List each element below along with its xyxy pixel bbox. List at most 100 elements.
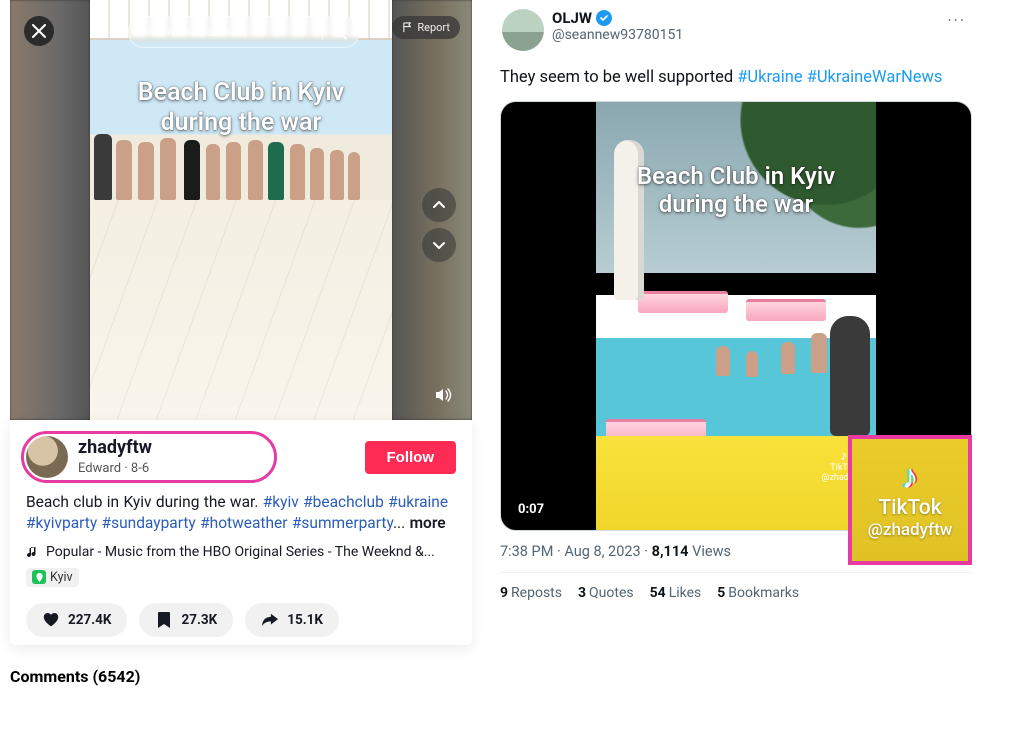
comments-label: Comments bbox=[10, 667, 88, 686]
deck-decor bbox=[90, 200, 392, 420]
caption: Beach club in Kyiv during the war. #kyiv… bbox=[26, 492, 456, 534]
tweet-views-count: 8,114 bbox=[652, 543, 689, 560]
music-row[interactable]: Popular - Music from the HBO Original Se… bbox=[26, 544, 456, 560]
inset-handle: @zhadyftw bbox=[868, 520, 953, 540]
search-placeholder: Find related content bbox=[141, 25, 314, 39]
flag-icon bbox=[402, 22, 413, 33]
comments-header: Comments (6542) bbox=[10, 667, 472, 686]
video-caption-line1: Beach Club in Kyiv bbox=[90, 78, 392, 107]
hashtag-link[interactable]: #beachclub bbox=[303, 493, 384, 511]
next-video-button[interactable] bbox=[422, 228, 456, 262]
bookmark-icon bbox=[155, 611, 173, 629]
quotes-link[interactable]: 3Quotes bbox=[578, 585, 634, 601]
verified-badge-icon bbox=[596, 10, 612, 26]
author-row: zhadyftw Edward · 8-6 Follow bbox=[26, 436, 456, 478]
tweet-display-name: OLJW bbox=[552, 9, 592, 27]
search-icon[interactable] bbox=[331, 24, 347, 40]
person-decor bbox=[716, 346, 730, 376]
author-avatar[interactable] bbox=[26, 436, 68, 478]
hashtag-link[interactable]: #ukraine bbox=[388, 493, 448, 511]
share-arrow-icon bbox=[261, 611, 279, 629]
share-button[interactable]: 15.1K bbox=[245, 603, 339, 637]
music-note-icon bbox=[26, 545, 40, 559]
tweet-avatar[interactable] bbox=[502, 9, 544, 51]
chevron-up-icon bbox=[431, 197, 447, 213]
caption-ellipsis: ... bbox=[393, 514, 405, 532]
tweet-user-block[interactable]: OLJW @seannew93780151 bbox=[552, 9, 935, 44]
watermark-zoom-inset: ♪ TikTok @zhadyftw bbox=[848, 435, 972, 565]
author-separator: · bbox=[121, 461, 131, 476]
tweet-body: They seem to be well supported #Ukraine … bbox=[500, 67, 972, 89]
person-decor bbox=[746, 351, 758, 377]
hashtag-link[interactable]: #hotweather bbox=[200, 514, 287, 532]
more-button[interactable]: more bbox=[410, 514, 446, 532]
lounger-decor bbox=[638, 291, 728, 313]
like-button[interactable]: 227.4K bbox=[26, 603, 127, 637]
tweet-hashtag-link[interactable]: #Ukraine bbox=[737, 68, 802, 87]
tweet-views-label: Views bbox=[692, 543, 731, 560]
sound-icon bbox=[433, 385, 453, 405]
author-username: zhadyftw bbox=[78, 437, 152, 459]
author-display-name: Edward bbox=[78, 461, 121, 476]
author-subline: Edward · 8-6 bbox=[78, 461, 152, 477]
tweet-video-frame: Beach Club in Kyiv during the war ♪ TikT… bbox=[596, 102, 876, 530]
caption-text: Beach club in Kyiv during the war. bbox=[26, 493, 263, 511]
author-highlight: zhadyftw Edward · 8-6 bbox=[26, 436, 272, 478]
bookmark-button[interactable]: 27.3K bbox=[139, 603, 233, 637]
tiktok-video[interactable]: Beach Club in Kyiv during the war Find r… bbox=[10, 0, 472, 420]
bookmarks-link[interactable]: 5Bookmarks bbox=[717, 585, 799, 601]
person-decor bbox=[781, 342, 795, 374]
follow-button[interactable]: Follow bbox=[365, 441, 457, 474]
tweet-hashtag-link[interactable]: #UkraineWarNews bbox=[807, 68, 943, 87]
search-divider bbox=[322, 24, 323, 40]
location-name: Kyiv bbox=[50, 570, 73, 585]
divider bbox=[500, 572, 972, 573]
tweet-engagement-row: 9Reposts 3Quotes 54Likes 5Bookmarks bbox=[500, 585, 972, 601]
video-caption-line2: during the war bbox=[90, 108, 392, 137]
music-title: Popular - Music from the HBO Original Se… bbox=[46, 544, 435, 560]
tiktok-panel: Beach Club in Kyiv during the war Find r… bbox=[10, 0, 472, 686]
tiktok-logo-icon: ♪ bbox=[902, 460, 919, 494]
person-decor bbox=[830, 316, 870, 436]
close-button[interactable] bbox=[24, 16, 54, 46]
lounger-decor bbox=[746, 299, 826, 321]
likes-link[interactable]: 54Likes bbox=[650, 585, 702, 601]
hashtag-link[interactable]: #summerparty bbox=[292, 514, 393, 532]
tweet-more-button[interactable]: ··· bbox=[943, 9, 970, 32]
prev-video-button[interactable] bbox=[422, 188, 456, 222]
inset-brand: TikTok bbox=[878, 496, 941, 520]
tweet-handle: @seannew93780151 bbox=[552, 27, 935, 44]
tweet-header: OLJW @seannew93780151 ··· bbox=[500, 3, 972, 57]
chevron-down-icon bbox=[431, 237, 447, 253]
video-frame: Beach Club in Kyiv during the war bbox=[90, 0, 392, 420]
share-count: 15.1K bbox=[287, 612, 323, 628]
location-chip[interactable]: Kyiv bbox=[26, 568, 79, 587]
report-label: Report bbox=[417, 21, 450, 34]
report-button[interactable]: Report bbox=[392, 16, 460, 39]
engagement-row: 227.4K 27.3K 15.1K bbox=[26, 603, 456, 637]
video-caption-line2: during the war bbox=[596, 190, 876, 218]
comments-count: (6542) bbox=[92, 667, 140, 686]
tweet-text: They seem to be well supported bbox=[500, 68, 737, 87]
video-duration: 0:07 bbox=[511, 499, 551, 520]
close-icon bbox=[32, 24, 46, 38]
tiktok-details-card: zhadyftw Edward · 8-6 Follow Beach club … bbox=[10, 420, 472, 645]
mute-toggle[interactable] bbox=[430, 382, 456, 408]
hashtag-link[interactable]: #sundayparty bbox=[102, 514, 196, 532]
person-decor bbox=[811, 333, 827, 373]
hashtag-link[interactable]: #kyiv bbox=[263, 493, 299, 511]
like-count: 227.4K bbox=[68, 612, 111, 628]
hashtag-link[interactable]: #kyivparty bbox=[26, 514, 97, 532]
search-bar[interactable]: Find related content bbox=[128, 16, 360, 48]
heart-icon bbox=[42, 611, 60, 629]
video-blur-left bbox=[10, 0, 90, 420]
reposts-link[interactable]: 9Reposts bbox=[500, 585, 562, 601]
bookmark-count: 27.3K bbox=[181, 612, 217, 628]
tweet-display-name-row: OLJW bbox=[552, 9, 935, 27]
author-texts[interactable]: zhadyftw Edward · 8-6 bbox=[78, 437, 152, 476]
location-pin-icon bbox=[32, 570, 46, 584]
twitter-panel: OLJW @seannew93780151 ··· They seem to b… bbox=[500, 3, 972, 601]
video-caption-line1: Beach Club in Kyiv bbox=[596, 162, 876, 190]
author-date: 8-6 bbox=[131, 461, 149, 476]
tweet-timestamp[interactable]: 7:38 PM · Aug 8, 2023 bbox=[500, 543, 641, 560]
